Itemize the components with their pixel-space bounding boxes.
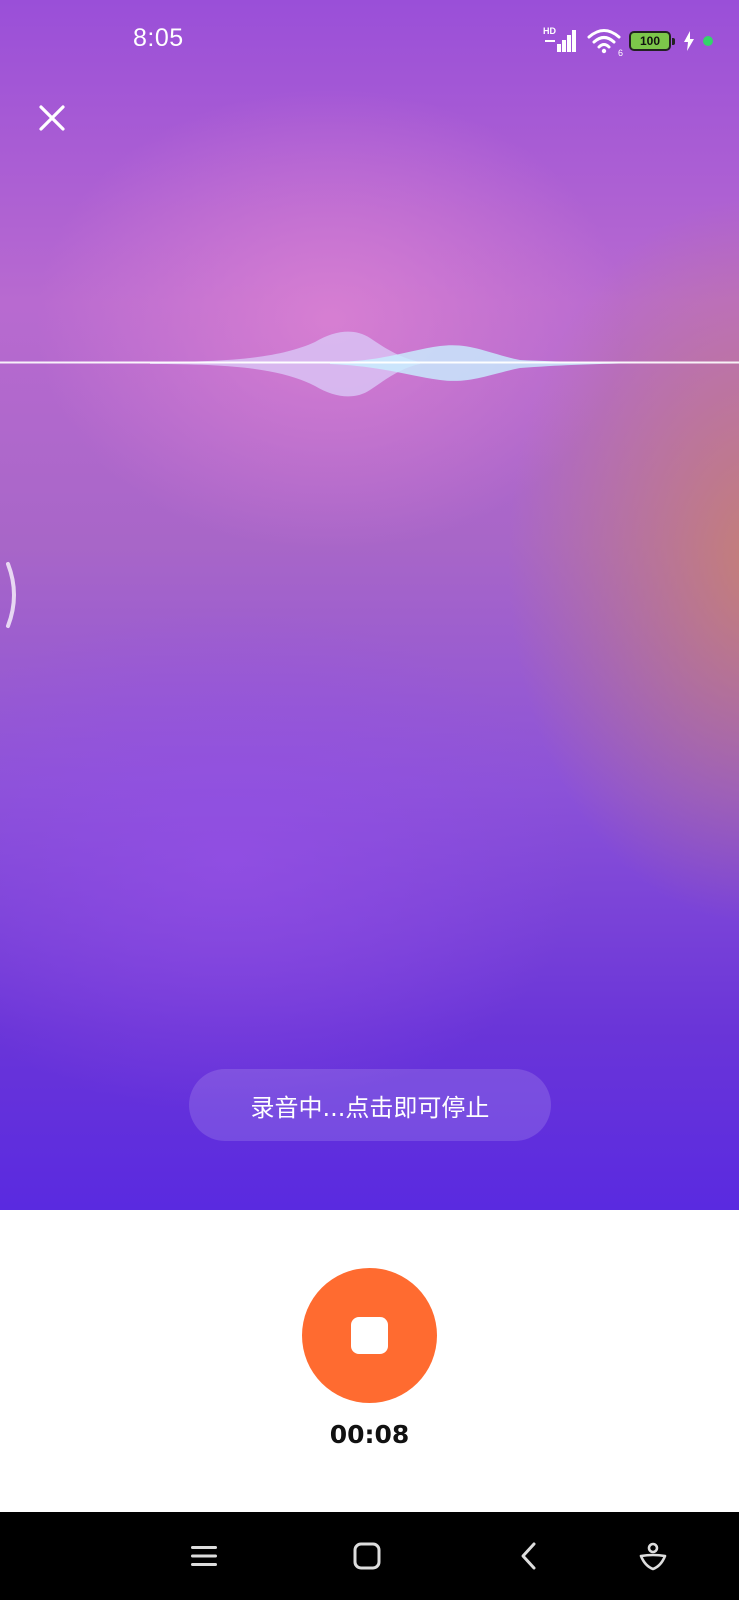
nav-menu-button[interactable] — [182, 1534, 226, 1578]
hd-label: HD — [543, 26, 556, 36]
recording-hint-text: 录音中...点击即可停止 — [250, 1093, 490, 1122]
close-button[interactable] — [34, 100, 70, 136]
hd-signal-icon: HD — [543, 26, 579, 54]
home-icon — [353, 1542, 381, 1570]
nav-assistant-button[interactable] — [631, 1534, 675, 1578]
waveform-baseline — [0, 361, 739, 364]
status-bar: 8:05 HD 6 100 — [0, 0, 739, 80]
battery-icon: 100 — [629, 31, 675, 51]
status-time: 8:05 — [133, 24, 184, 52]
assistant-icon — [639, 1542, 667, 1571]
stop-icon — [351, 1317, 388, 1354]
system-navigation-bar — [0, 1512, 739, 1600]
edge-swipe-indicator — [6, 562, 16, 628]
close-icon — [39, 105, 65, 131]
wifi-generation-label: 6 — [617, 48, 623, 58]
stop-recording-button[interactable] — [302, 1268, 437, 1403]
voice-recording-screen: 8:05 HD 6 100 录音中...点击即可停止 00:08 — [0, 0, 739, 1600]
menu-icon — [191, 1546, 217, 1566]
nav-home-button[interactable] — [345, 1534, 389, 1578]
voice-visualizer-background: 8:05 HD 6 100 录音中...点击即可停止 — [0, 0, 739, 1210]
back-icon — [521, 1542, 536, 1570]
recording-hint-pill[interactable]: 录音中...点击即可停止 — [189, 1069, 551, 1141]
nav-back-button[interactable] — [507, 1534, 551, 1578]
green-dot-indicator — [703, 36, 713, 46]
audio-waveform — [0, 331, 739, 397]
wifi-icon: 6 — [587, 28, 623, 58]
recording-timer: 00:08 — [329, 1420, 410, 1449]
status-icons: HD 6 100 — [543, 26, 713, 58]
record-control-panel: 00:08 — [0, 1210, 739, 1512]
battery-level: 100 — [639, 34, 661, 48]
charging-bolt-icon — [684, 31, 694, 51]
